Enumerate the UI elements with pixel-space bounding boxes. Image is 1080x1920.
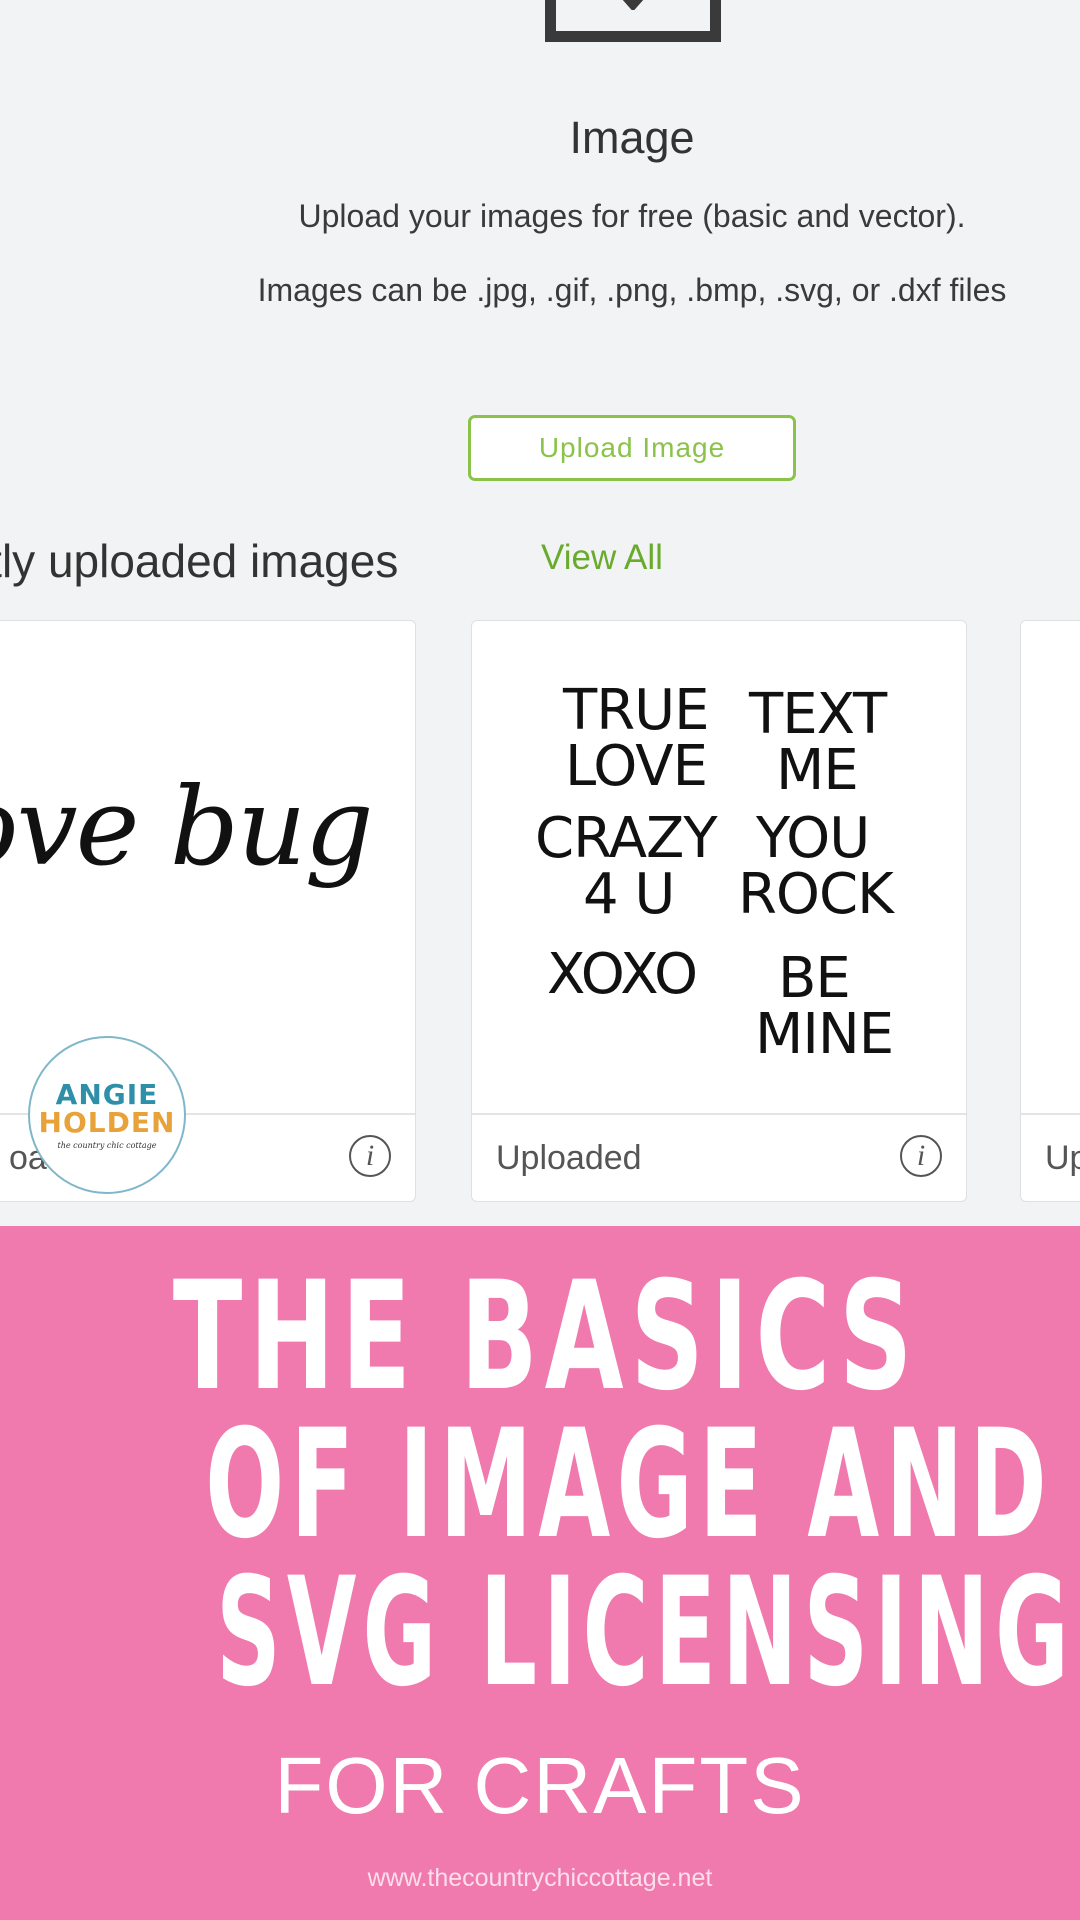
image-card-valentine-words[interactable]: TRUE LOVE TEXT ME CRAZY 4 U YOU ROCK XOX… [471, 620, 967, 1202]
image-upload-icon [545, 0, 721, 42]
logo-line-1: ANGIE [55, 1077, 159, 1111]
angie-holden-logo: ANGIE HOLDEN the country chic cottage [28, 1036, 186, 1194]
headline-subtitle: FOR CRAFTS [274, 1741, 806, 1830]
headline-line-1: THE BASICS [172, 1250, 920, 1424]
word-love: LOVE [565, 734, 708, 799]
word-be: BE [778, 946, 851, 1011]
word-4u: 4 U [583, 862, 675, 927]
logo-line-2: HOLDEN [38, 1105, 176, 1139]
upload-title: Image [569, 112, 695, 163]
card-footer: Up [1021, 1113, 1080, 1201]
title-banner: THE BASICS OF IMAGE AND SVG LICENSING FO… [0, 1226, 1080, 1920]
image-card-partial[interactable]: Up [1020, 620, 1080, 1202]
word-true: TRUE [563, 678, 709, 743]
word-me: ME [776, 738, 859, 803]
card-status-label: Uploaded [496, 1139, 642, 1177]
info-icon[interactable]: i [349, 1135, 391, 1177]
upload-formats: Images can be .jpg, .gif, .png, .bmp, .s… [257, 272, 1007, 308]
upload-description: Upload your images for free (basic and v… [298, 198, 966, 234]
card-status-label: Up [1045, 1139, 1080, 1177]
word-xoxo: XOXO [547, 942, 698, 1007]
word-crazy: CRAZY [535, 806, 718, 871]
info-icon[interactable]: i [900, 1135, 942, 1177]
view-all-link[interactable]: View All [541, 538, 663, 578]
word-rock: ROCK [738, 862, 894, 927]
recent-images-heading: ently uploaded images [0, 535, 399, 587]
word-you: YOU [756, 806, 870, 871]
screenshot-area: Image Upload your images for free (basic… [0, 0, 1080, 1226]
headline-line-2: OF IMAGE AND [205, 1398, 1053, 1572]
word-mine: MINE [755, 1002, 894, 1067]
love-bug-image: love bug [0, 765, 374, 890]
logo-tagline: the country chic cottage [57, 1140, 157, 1150]
headline-line-3: SVG LICENSING [216, 1546, 1075, 1720]
upload-image-button[interactable]: Upload Image [468, 415, 796, 481]
card-footer: Uploaded i [472, 1113, 966, 1201]
word-text: TEXT [749, 682, 887, 747]
website-url[interactable]: www.thecountrychiccottage.net [0, 1864, 1080, 1893]
